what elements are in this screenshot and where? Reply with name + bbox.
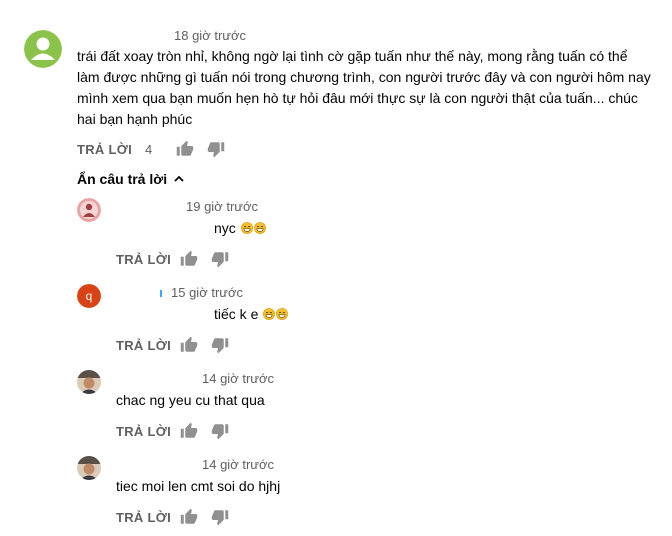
grin-emoji-icon — [254, 222, 266, 234]
thumb-down-icon[interactable] — [211, 336, 229, 354]
profile-photo-icon — [77, 456, 101, 480]
reply-text-content: nyc — [214, 220, 236, 236]
hide-replies-toggle[interactable]: Ẩn câu trả lời — [77, 171, 185, 187]
comment-timestamp[interactable]: 18 giờ trước — [174, 28, 246, 43]
reply-button[interactable]: TRẢ LỜI — [116, 424, 171, 439]
avatar[interactable] — [77, 198, 101, 222]
reply-timestamp[interactable]: 15 giờ trước — [171, 285, 243, 300]
letter-avatar-icon: q — [77, 284, 101, 308]
reply-text: nyc — [214, 218, 266, 239]
reply-text-content: tiếc k e — [214, 306, 259, 322]
avatar[interactable] — [24, 30, 62, 68]
reply-timestamp[interactable]: 19 giờ trước — [186, 199, 258, 214]
like-count: 4 — [145, 142, 153, 157]
thumb-down-icon[interactable] — [207, 140, 225, 158]
comment-text: trái đất xoay tròn nhỉ, không ngờ lại tì… — [77, 48, 651, 127]
reply-button[interactable]: TRẢ LỜI — [77, 142, 132, 157]
author-name-marker — [160, 290, 162, 297]
reply-text: chac ng yeu cu that qua — [116, 392, 265, 408]
svg-text:q: q — [86, 289, 93, 303]
grin-emoji-icon — [263, 308, 275, 320]
reply-timestamp[interactable]: 14 giờ trước — [202, 457, 274, 472]
avatar[interactable]: q — [77, 284, 101, 308]
profile-photo-icon — [77, 370, 101, 394]
thumb-up-icon[interactable] — [180, 250, 198, 268]
thumb-up-icon[interactable] — [180, 422, 198, 440]
reply-button[interactable]: TRẢ LỜI — [116, 338, 171, 353]
reply-button[interactable]: TRẢ LỜI — [116, 252, 171, 267]
thumb-down-icon[interactable] — [211, 422, 229, 440]
default-user-icon — [24, 30, 62, 68]
reply-text: tiếc k e — [214, 304, 288, 325]
grin-emoji-icon — [276, 308, 288, 320]
thumb-up-icon[interactable] — [176, 140, 194, 158]
reply-text: tiec moi len cmt soi do hjhj — [116, 478, 281, 494]
hide-replies-label: Ẩn câu trả lời — [77, 171, 168, 187]
profile-photo-icon — [77, 198, 101, 222]
chevron-up-icon — [174, 175, 184, 182]
grin-emoji-icon — [241, 222, 253, 234]
thumb-up-icon[interactable] — [180, 508, 198, 526]
avatar[interactable] — [77, 370, 101, 394]
thumb-down-icon[interactable] — [211, 250, 229, 268]
reply-button[interactable]: TRẢ LỜI — [116, 510, 171, 525]
avatar[interactable] — [77, 456, 101, 480]
reply-timestamp[interactable]: 14 giờ trước — [202, 371, 274, 386]
thumb-up-icon[interactable] — [180, 336, 198, 354]
thumb-down-icon[interactable] — [211, 508, 229, 526]
